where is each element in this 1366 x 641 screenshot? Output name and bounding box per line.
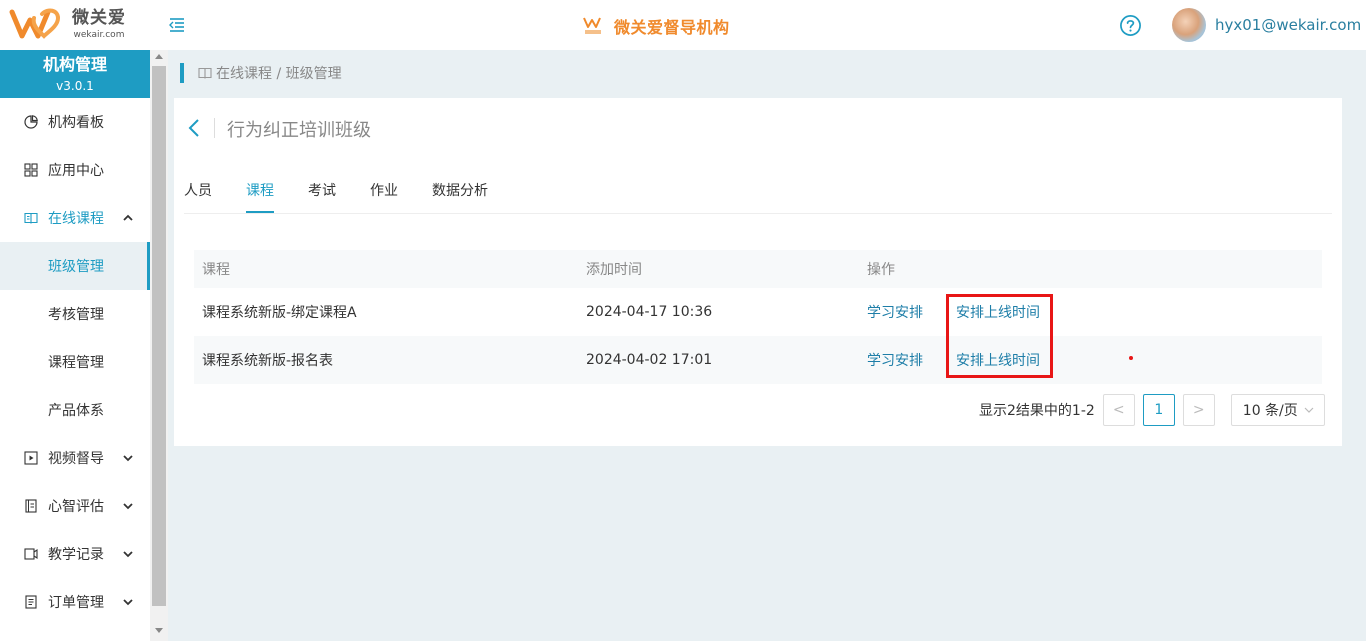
menu-collapse-icon[interactable] [168,16,186,34]
sidebar-subitem-course-management[interactable]: 课程管理 [0,338,150,386]
breadcrumb-text: 在线课程 / 班级管理 [216,66,342,82]
logo[interactable]: 微关爱 wekair.com [8,6,126,42]
sidebar-item-online-course[interactable]: 在线课程 [0,194,150,242]
brand-title: 微关爱督导机构 [582,14,730,38]
scrollbar-thumb[interactable] [152,66,166,606]
chevron-down-icon [123,455,133,462]
study-plan-link[interactable]: 学习安排 [867,302,923,322]
tab-data-analysis[interactable]: 数据分析 [432,180,488,214]
chevron-down-icon [1304,407,1314,413]
page-size-value: 10 条/页 [1242,403,1298,419]
logo-text: 微关爱 [72,8,126,28]
chevron-down-icon [123,503,133,510]
prev-page-button[interactable]: < [1102,394,1135,426]
course-table: 课程 添加时间 操作 课程系统新版-绑定课程A 2024-04-17 10:36… [194,250,1322,384]
logo-mark-icon [9,8,61,39]
sidebar-item-label: 订单管理 [48,595,104,611]
column-header-course: 课程 [202,262,230,278]
study-plan-link[interactable]: 学习安排 [867,350,923,370]
sidebar-subitem-product-system[interactable]: 产品体系 [0,386,150,434]
column-header-actions: 操作 [867,262,895,278]
chevron-down-icon [123,599,133,606]
content-card: 行为纠正培训班级 人员 课程 考试 作业 数据分析 课程 添加时间 操作 课程系… [174,98,1342,446]
sidebar-item-label: 心智评估 [48,499,104,515]
sidebar-subitem-assessment-management[interactable]: 考核管理 [0,290,150,338]
brand-title-text: 微关爱督导机构 [614,18,730,37]
sidebar-title: 机构管理 [42,55,107,74]
tab-exams[interactable]: 考试 [308,180,336,214]
table-row: 课程系统新版-绑定课程A 2024-04-17 10:36 学习安排 安排上线时… [194,288,1322,336]
record-icon [24,548,38,560]
sidebar: 机构管理 v3.0.1 机构看板 应用中心 在线课程 班级管理 考核管理 课程管… [0,50,150,641]
sidebar-item-label: 视频督导 [48,451,104,467]
cell-course: 课程系统新版-绑定课程A [202,305,357,321]
tab-courses[interactable]: 课程 [246,180,274,214]
avatar[interactable] [1172,8,1206,42]
sidebar-subitem-label: 课程管理 [48,355,104,371]
sidebar-version: v3.0.1 [56,79,94,93]
sidebar-subitem-label: 产品体系 [48,403,104,419]
sidebar-item-order-management[interactable]: 订单管理 [0,578,150,626]
sidebar-subitem-class-management[interactable]: 班级管理 [0,242,150,290]
sidebar-item-teaching-record[interactable]: 教学记录 [0,530,150,578]
sidebar-scrollbar[interactable] [150,50,168,641]
book-icon [24,212,38,224]
column-header-time: 添加时间 [586,262,642,278]
sidebar-item-label: 机构看板 [48,115,104,131]
sidebar-item-label: 教学记录 [48,547,104,563]
order-icon [25,595,37,609]
sidebar-item-label: 应用中心 [48,163,104,179]
tab-homework[interactable]: 作业 [370,180,398,214]
tab-bar: 人员 课程 考试 作业 数据分析 [184,180,522,214]
cell-course: 课程系统新版-报名表 [202,353,334,369]
scroll-up-icon[interactable] [155,54,163,59]
sidebar-item-label: 在线课程 [48,211,104,227]
cell-time: 2024-04-17 10:36 [586,304,713,320]
page-number-button[interactable]: 1 [1142,394,1175,426]
sidebar-item-mind-assessment[interactable]: 心智评估 [0,482,150,530]
table-row: 课程系统新版-报名表 2024-04-02 17:01 学习安排 安排上线时间 [194,336,1322,384]
sidebar-item-dashboard[interactable]: 机构看板 [0,98,150,146]
notebook-icon [25,499,37,513]
sidebar-subitem-label: 班级管理 [48,259,104,275]
pagination-summary: 显示2结果中的1-2 [979,403,1095,419]
tab-members[interactable]: 人员 [184,180,212,214]
video-icon [24,451,38,465]
scroll-down-icon[interactable] [155,628,163,633]
breadcrumb: 在线课程 / 班级管理 [180,63,342,83]
table-header: 课程 添加时间 操作 [194,250,1322,288]
back-arrow-icon[interactable] [186,118,202,138]
grid-icon [24,163,38,177]
page-size-select[interactable]: 10 条/页 [1230,394,1325,426]
page-title: 行为纠正培训班级 [227,120,371,141]
cell-time: 2024-04-02 17:01 [586,352,713,368]
chevron-down-icon [123,551,133,558]
top-header: 微关爱 wekair.com 微关爱督导机构 hyx01@wekair.com [0,0,1366,50]
tab-divider [184,213,1332,214]
user-email[interactable]: hyx01@wekair.com [1215,16,1361,34]
sidebar-item-video-supervision[interactable]: 视频督导 [0,434,150,482]
title-divider [214,118,215,138]
brand-mini-logo-icon [583,17,601,34]
pie-chart-icon [24,115,38,129]
next-page-button[interactable]: > [1182,394,1215,426]
book-icon [198,67,212,79]
pagination: 显示2结果中的1-2 < 1 > 10 条/页 [979,394,1325,426]
sidebar-item-app-center[interactable]: 应用中心 [0,146,150,194]
sidebar-subitem-label: 考核管理 [48,307,104,323]
sidebar-header: 机构管理 v3.0.1 [0,50,150,98]
chevron-up-icon [123,214,133,221]
logo-domain: wekair.com [73,30,125,40]
highlight-annotation-box [946,294,1053,378]
help-icon[interactable] [1119,14,1142,37]
annotation-dot [1129,356,1133,360]
